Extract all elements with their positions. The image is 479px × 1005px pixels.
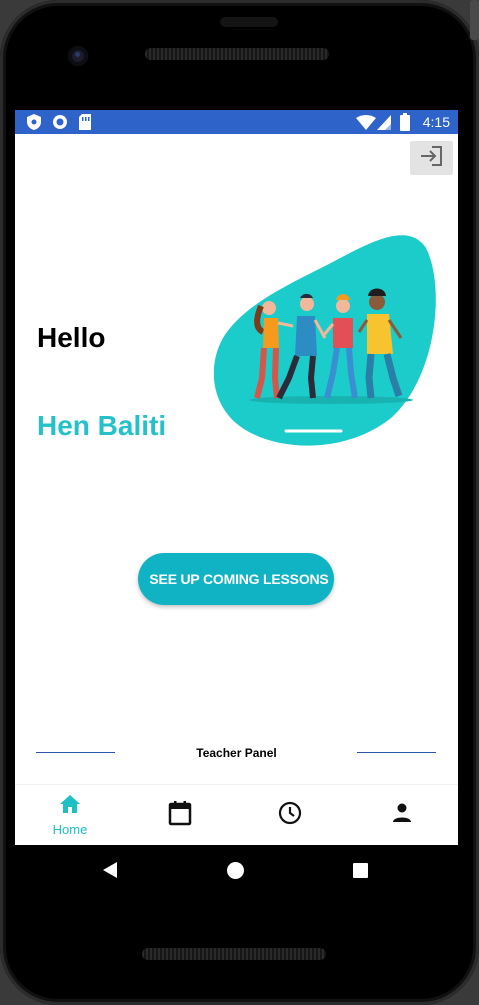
home-circle-icon[interactable] [227, 862, 244, 879]
battery-icon [400, 113, 410, 136]
circle-icon [52, 114, 68, 135]
wifi-icon [356, 115, 376, 135]
logout-icon [419, 145, 445, 172]
logout-button[interactable] [410, 141, 453, 175]
see-upcoming-lessons-button[interactable]: SEE UP COMING LESSONS [138, 553, 334, 605]
status-time: 4:15 [422, 114, 450, 130]
nav-home-label: Home [52, 822, 88, 837]
front-camera [68, 46, 88, 66]
bottom-navigation: Home [15, 784, 458, 845]
teal-blob [213, 235, 436, 446]
earpiece-speaker [145, 48, 329, 60]
app-screen: 4:15 Hello Hen Baliti SEE UP COMING LESS… [15, 110, 458, 845]
nav-calendar[interactable] [125, 785, 235, 845]
friends-illustration [213, 235, 436, 446]
person-icon [392, 803, 412, 828]
nav-history[interactable] [235, 785, 345, 845]
phone-frame: 4:15 Hello Hen Baliti SEE UP COMING LESS… [0, 0, 479, 1005]
nav-profile[interactable] [347, 785, 457, 845]
home-icon [59, 794, 81, 819]
user-name: Hen Baliti [37, 410, 167, 441]
calendar-icon [168, 800, 192, 831]
system-navigation-bar [15, 845, 458, 895]
divider-right [357, 752, 436, 753]
signal-icon [377, 115, 391, 135]
status-bar: 4:15 [15, 110, 458, 134]
greeting-text: Hello [37, 322, 106, 353]
bottom-speaker [142, 948, 326, 960]
recents-icon[interactable] [353, 863, 368, 878]
nav-home[interactable]: Home [15, 785, 125, 845]
top-slot [220, 17, 278, 27]
side-button [470, 0, 479, 40]
sim-card-icon [79, 114, 91, 135]
shield-icon [27, 114, 41, 135]
teacher-panel-label: Teacher Panel [196, 746, 277, 760]
clock-icon [278, 801, 302, 830]
back-icon[interactable] [103, 862, 117, 878]
